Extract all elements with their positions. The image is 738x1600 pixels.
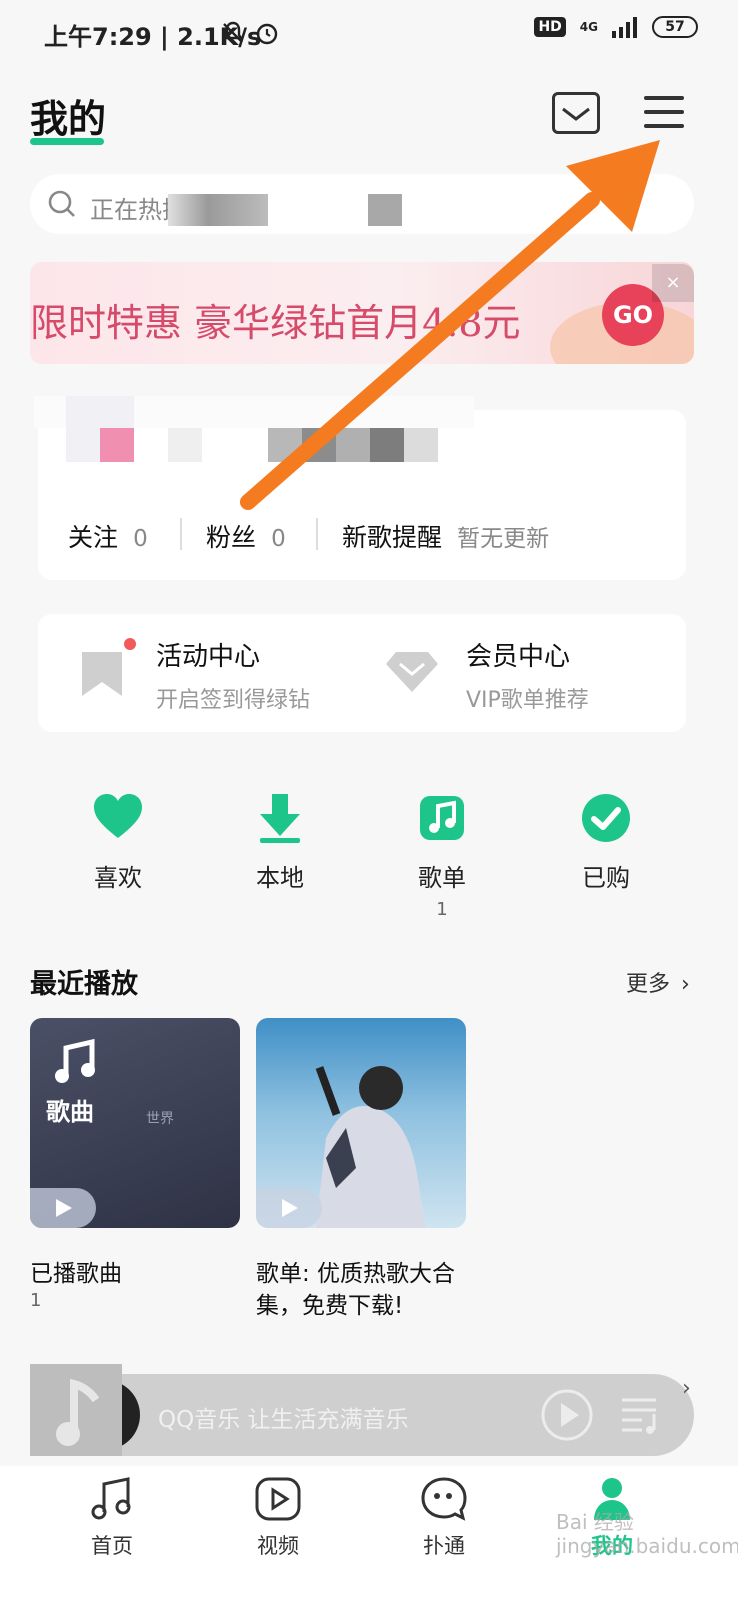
notification-dot bbox=[124, 638, 136, 650]
tab-video[interactable]: 视频 bbox=[218, 1476, 338, 1560]
tab-label: 首页 bbox=[91, 1534, 133, 1558]
menu-icon-line bbox=[644, 124, 684, 128]
blurred-avatar bbox=[34, 396, 474, 466]
menu-icon-line bbox=[644, 110, 684, 114]
stat-follow[interactable]: 关注 0 bbox=[68, 518, 148, 554]
play-icon bbox=[56, 1199, 72, 1217]
music-note-icon bbox=[56, 1378, 100, 1446]
cover-text: 世界 bbox=[146, 1111, 174, 1127]
title-underline bbox=[30, 138, 104, 145]
quick-label: 歌单 bbox=[418, 864, 466, 892]
blurred-search-text bbox=[368, 194, 402, 226]
promo-close-button[interactable]: × bbox=[652, 264, 694, 302]
recent-cover-played[interactable]: 歌曲 世界 bbox=[30, 1018, 240, 1228]
menu-button[interactable] bbox=[644, 94, 684, 130]
bookmark-icon bbox=[82, 652, 122, 696]
more-link[interactable]: 更多 › bbox=[626, 966, 690, 998]
signal-icon bbox=[612, 17, 637, 38]
play-circle-icon bbox=[541, 1389, 593, 1441]
heart-icon bbox=[94, 794, 142, 838]
divider bbox=[316, 518, 318, 550]
playlist-icon bbox=[622, 1398, 656, 1434]
stat-value: 0 bbox=[271, 526, 286, 552]
stat-label: 粉丝 bbox=[206, 523, 257, 552]
activity-center[interactable]: 活动中心 开启签到得绿钻 bbox=[80, 636, 360, 716]
recent-title: 已播歌曲 bbox=[30, 1261, 122, 1287]
page-title[interactable]: 我的 bbox=[30, 88, 106, 143]
mute-icon bbox=[220, 20, 246, 50]
activity-subtitle: VIP歌单推荐 bbox=[466, 688, 589, 713]
tab-putong[interactable]: 扑通 bbox=[384, 1476, 504, 1560]
recent-item[interactable]: 已播歌曲 1 bbox=[30, 1258, 240, 1311]
activity-subtitle: 开启签到得绿钻 bbox=[156, 688, 311, 713]
message-button[interactable] bbox=[552, 92, 600, 134]
recent-subtitle: 1 bbox=[30, 1290, 42, 1311]
check-circle-icon bbox=[582, 794, 630, 842]
chevron-right-icon: › bbox=[681, 972, 690, 997]
quick-local[interactable]: 本地 bbox=[220, 792, 340, 893]
music-note-icon bbox=[55, 1038, 95, 1083]
alarm-icon bbox=[254, 20, 280, 50]
tab-home[interactable]: 首页 bbox=[52, 1476, 172, 1560]
status-icons: HD 4G 57 bbox=[534, 16, 698, 38]
mini-player-artwork[interactable] bbox=[30, 1364, 122, 1456]
new-song-reminder[interactable]: 新歌提醒 暂无更新 bbox=[342, 518, 549, 554]
playlist-queue-button[interactable] bbox=[620, 1394, 664, 1438]
recent-cover-playlist[interactable] bbox=[256, 1018, 466, 1228]
battery-indicator: 57 bbox=[652, 16, 698, 38]
mini-player-text: QQ音乐 让生活充满音乐 bbox=[158, 1407, 409, 1433]
search-icon bbox=[46, 188, 78, 224]
tab-label: 扑通 bbox=[423, 1534, 465, 1558]
chat-face-icon bbox=[421, 1477, 467, 1521]
recent-item[interactable]: 歌单: 优质热歌大合集，免费下载! bbox=[256, 1258, 476, 1322]
play-button[interactable] bbox=[256, 1188, 322, 1228]
quick-label: 喜欢 bbox=[94, 864, 142, 892]
hd-badge: HD bbox=[534, 17, 566, 37]
more-label: 更多 bbox=[626, 972, 671, 997]
quick-label: 本地 bbox=[256, 864, 304, 892]
blurred-search-text bbox=[168, 194, 268, 226]
watermark: Bai 经验 jingyan.baidu.com bbox=[556, 1510, 738, 1558]
play-circle-button[interactable] bbox=[540, 1388, 594, 1446]
menu-icon-line bbox=[644, 96, 684, 100]
recent-title: 歌单: 优质热歌大合集，免费下载! bbox=[256, 1261, 456, 1319]
divider bbox=[180, 518, 182, 550]
activity-title: 活动中心 bbox=[156, 642, 261, 672]
promo-text: 限时特惠 豪华绿钻首月4.8元 bbox=[30, 301, 521, 345]
quick-label: 已购 bbox=[582, 864, 630, 892]
stat-fans[interactable]: 粉丝 0 bbox=[206, 518, 286, 554]
stat-label: 新歌提醒 bbox=[342, 523, 443, 552]
stat-value: 暂无更新 bbox=[457, 526, 550, 552]
envelope-icon bbox=[562, 107, 590, 121]
play-icon bbox=[282, 1199, 298, 1217]
network-label: 4G bbox=[579, 20, 598, 34]
stat-label: 关注 bbox=[68, 523, 119, 552]
quick-purchased[interactable]: 已购 bbox=[546, 792, 666, 893]
music-note-icon bbox=[420, 796, 464, 840]
stat-value: 0 bbox=[133, 526, 148, 552]
chevron-right-icon: › bbox=[682, 1376, 691, 1401]
download-icon bbox=[260, 794, 300, 843]
quick-playlist[interactable]: 歌单 1 bbox=[382, 792, 502, 920]
activity-title: 会员中心 bbox=[466, 642, 571, 672]
quick-count: 1 bbox=[436, 899, 448, 920]
play-button[interactable] bbox=[30, 1188, 96, 1228]
quick-like[interactable]: 喜欢 bbox=[58, 792, 178, 893]
cover-label: 歌曲 bbox=[46, 1098, 94, 1126]
section-title: 最近播放 bbox=[30, 969, 138, 1000]
tab-label: 视频 bbox=[257, 1534, 299, 1558]
diamond-icon bbox=[386, 652, 438, 692]
vip-center[interactable]: 会员中心 VIP歌单推荐 bbox=[384, 636, 674, 716]
video-play-icon bbox=[255, 1477, 301, 1521]
music-note-icon bbox=[91, 1477, 131, 1520]
